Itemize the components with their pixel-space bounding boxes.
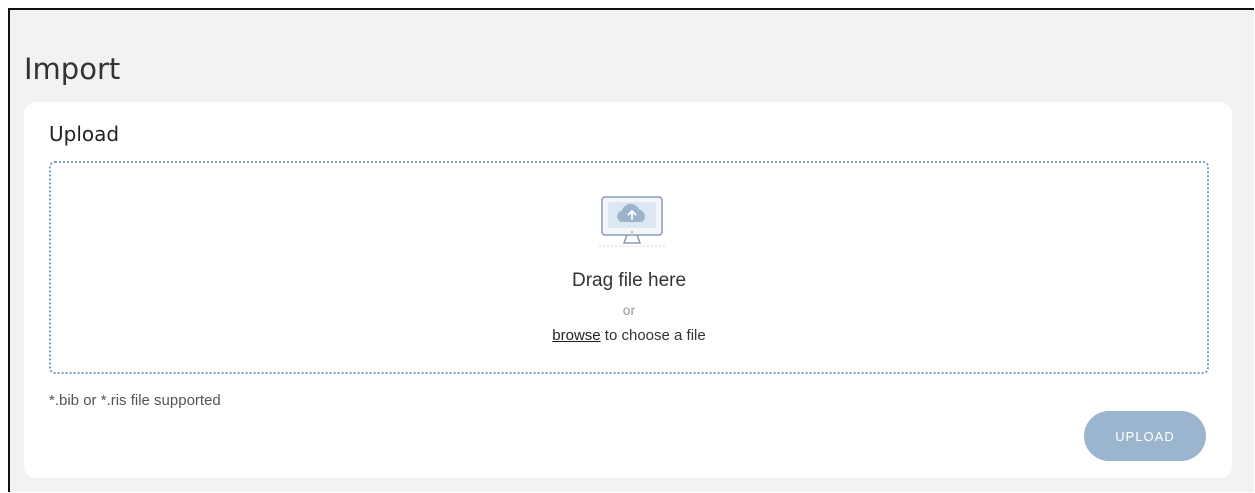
dropzone-browse-line: browse to choose a file [51, 327, 1207, 344]
dropzone-or-text: or [622, 302, 636, 318]
import-page: Import Upload Drag file here or browse t… [8, 8, 1254, 492]
dropzone-title: Drag file here [571, 270, 687, 291]
browse-suffix-text: to choose a file [600, 327, 706, 344]
upload-button[interactable]: UPLOAD [1084, 411, 1206, 461]
file-dropzone[interactable]: Drag file here or browse to choose a fil… [49, 161, 1209, 374]
page-title: Import [24, 52, 121, 86]
upload-card-title: Upload [49, 122, 120, 146]
cloud-upload-monitor-icon [599, 196, 667, 247]
supported-formats-hint: *.bib or *.ris file supported [49, 392, 221, 409]
browse-link[interactable]: browse [552, 327, 600, 344]
upload-card: Upload Drag file here or browse to choos… [24, 102, 1232, 478]
